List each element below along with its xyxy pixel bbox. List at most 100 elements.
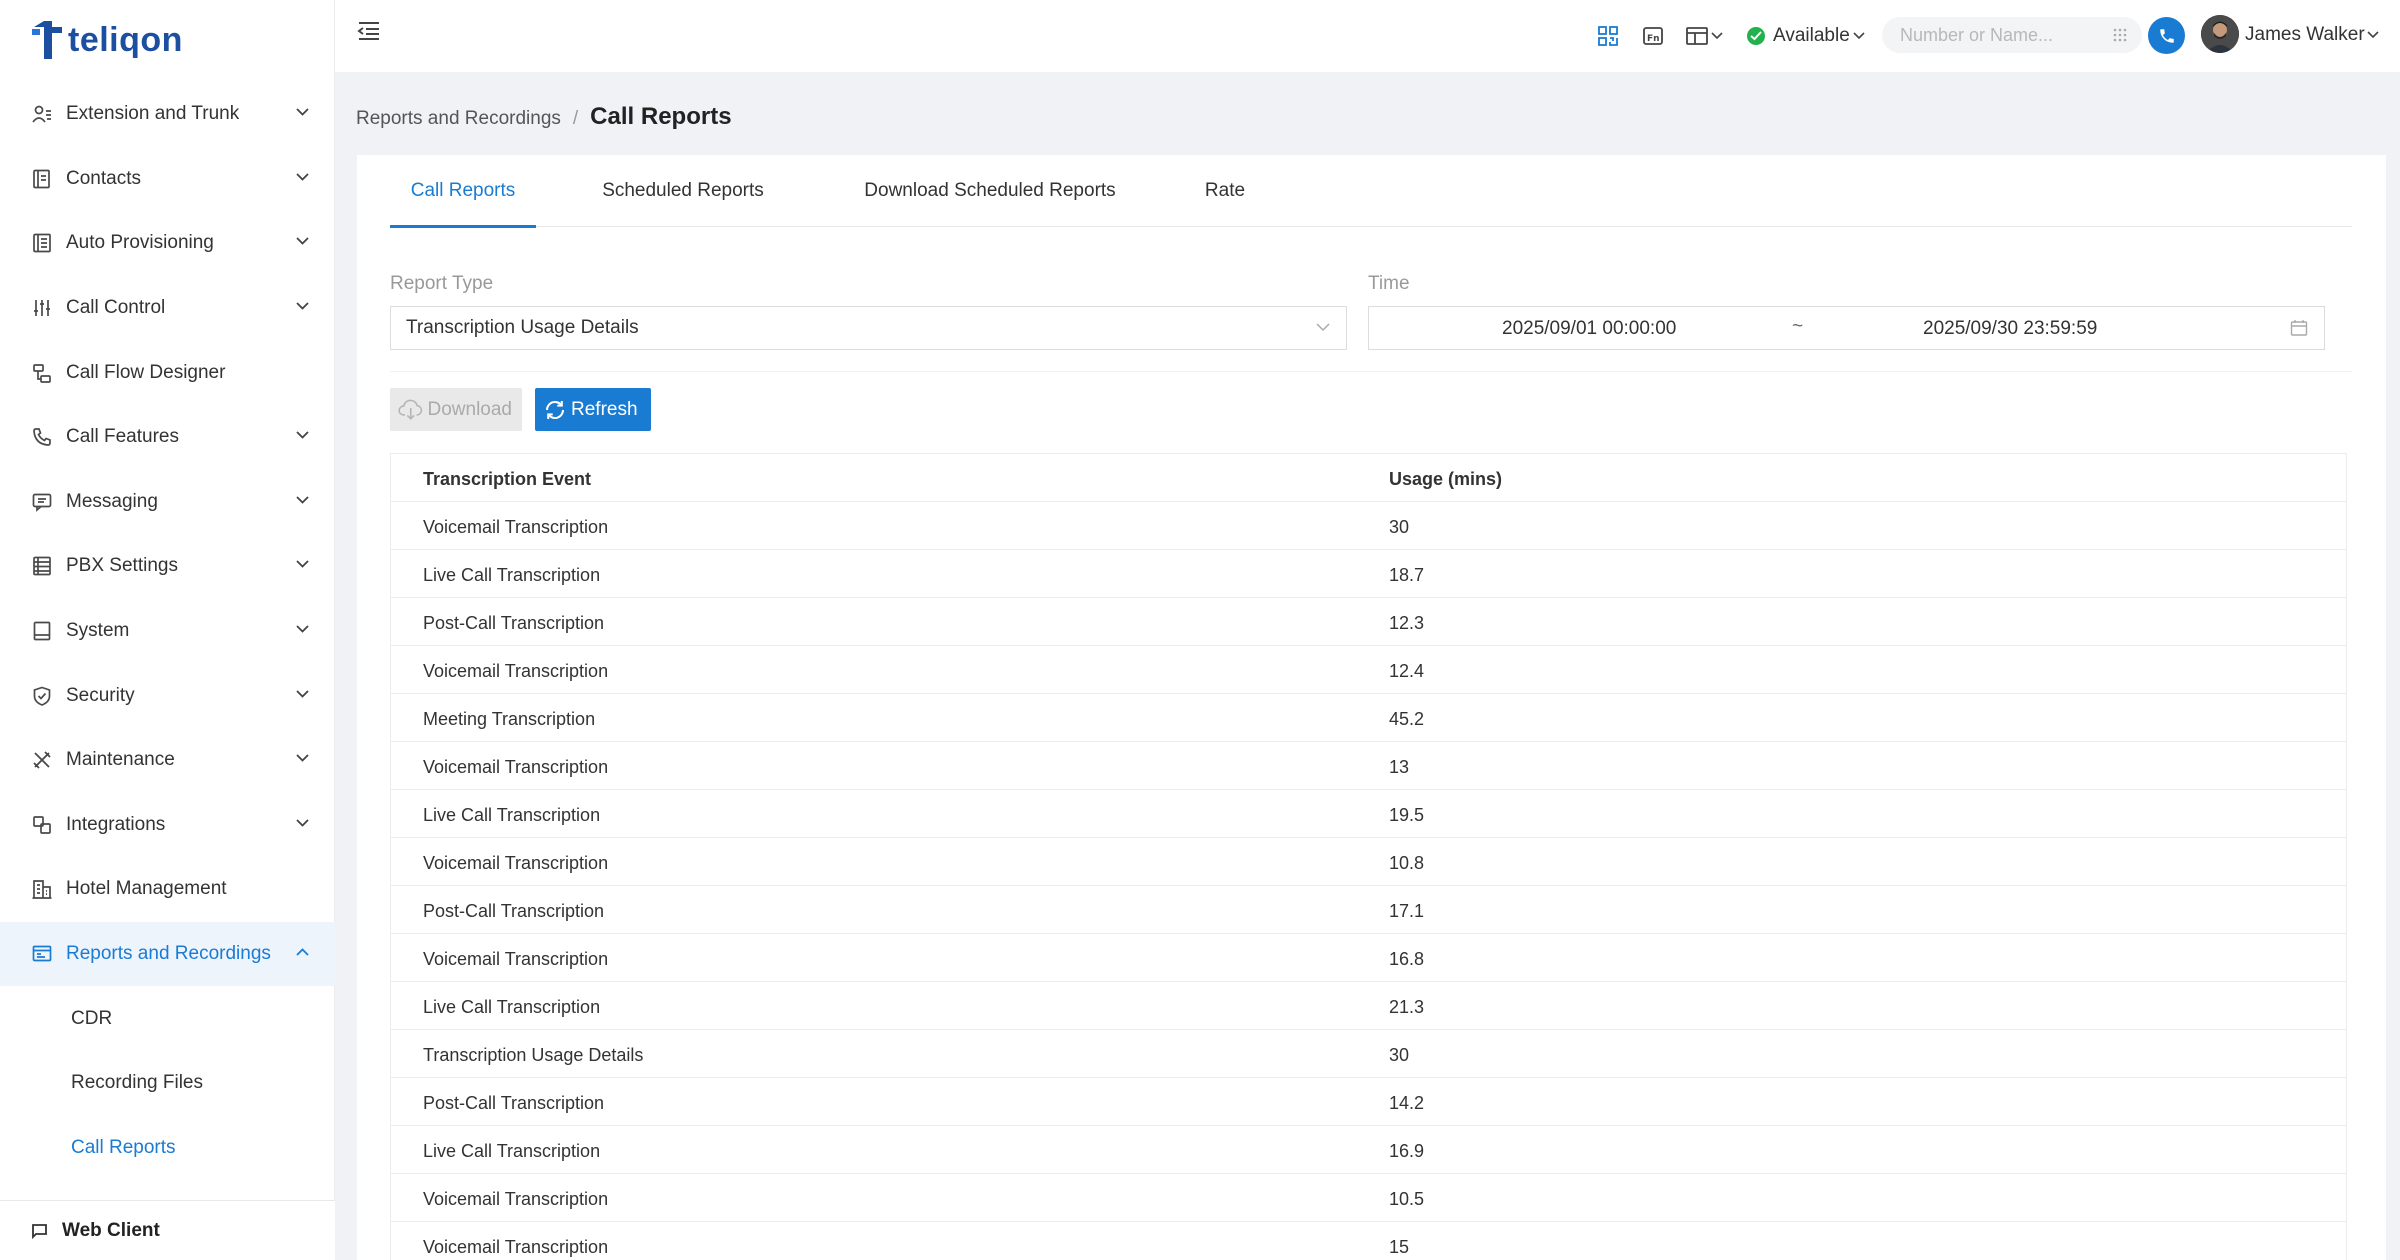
cell-transcription-event: Live Call Transcription (423, 565, 601, 585)
table-row: Voicemail Transcription 13 (391, 742, 2346, 790)
sidebar-item-integrations[interactable]: Integrations (0, 793, 335, 858)
chevron-down-icon (296, 754, 309, 763)
sidebar-item-maintenance[interactable]: Maintenance (0, 728, 335, 793)
tab-download-scheduled-reports[interactable]: Download Scheduled Reports (830, 155, 1150, 227)
window-layout-icon (1686, 27, 1708, 45)
breadcrumb-parent[interactable]: Reports and Recordings (356, 108, 561, 130)
dial-input[interactable] (1900, 24, 2110, 46)
pbx-settings-icon (31, 555, 53, 577)
download-button[interactable]: Download (390, 388, 522, 431)
user-menu-dropdown[interactable]: James Walker (2245, 24, 2379, 46)
sidebar-item-messaging[interactable]: Messaging (0, 470, 335, 535)
time-end-input[interactable]: 2025/09/30 23:59:59 (1923, 318, 2097, 340)
cell-transcription-event: Live Call Transcription (423, 997, 601, 1017)
sidebar-item-system[interactable]: System (0, 599, 335, 664)
time-range-picker[interactable]: 2025/09/01 00:00:00 ~ 2025/09/30 23:59:5… (1368, 306, 2325, 350)
cell-transcription-event: Post-Call Transcription (423, 613, 605, 633)
table-row: Post-Call Transcription 17.1 (391, 886, 2346, 934)
web-client-label: Web Client (62, 1219, 160, 1241)
user-avatar-icon (2201, 15, 2239, 53)
tab-call-reports[interactable]: Call Reports (390, 155, 536, 228)
dialpad-icon[interactable] (2112, 27, 2128, 43)
chevron-up-icon (296, 948, 309, 956)
sidebar-item-auto-provisioning[interactable]: Auto Provisioning (0, 211, 335, 276)
user-name: James Walker (2245, 24, 2365, 45)
table-row: Voicemail Transcription 12.4 (391, 646, 2346, 694)
status-available-icon (1747, 27, 1765, 45)
table-row: Live Call Transcription 21.3 (391, 982, 2346, 1030)
sidebar-item-call-features[interactable]: Call Features (0, 405, 335, 470)
sidebar-item-call-control[interactable]: Call Control (0, 276, 335, 341)
chevron-down-icon (296, 496, 309, 504)
table-row: Live Call Transcription 16.9 (391, 1126, 2346, 1174)
sidebar-subitem-recording-files[interactable]: Recording Files (0, 1051, 335, 1116)
sidebar-item-security[interactable]: Security (0, 663, 335, 728)
table-row: Live Call Transcription 18.7 (391, 550, 2346, 598)
sidebar-subitem-call-reports[interactable]: Call Reports (0, 1116, 335, 1181)
sidebar-item-label: Call Features (66, 426, 179, 448)
report-icon (31, 943, 53, 965)
shield-icon (31, 685, 53, 707)
logo[interactable]: teliqon (30, 18, 183, 62)
chevron-down-icon (1711, 32, 1723, 40)
sidebar-item-call-flow-designer[interactable]: Call Flow Designer (0, 340, 335, 405)
sidebar-item-reports-and-recordings[interactable]: Reports and Recordings (0, 921, 335, 987)
function-key-button[interactable]: Fn (1639, 22, 1667, 50)
sliders-icon (31, 297, 53, 319)
menu-toggle-button[interactable] (357, 20, 381, 42)
sidebar-item-label: Integrations (66, 813, 166, 835)
breadcrumb-separator: / (572, 108, 579, 129)
chevron-down-icon (296, 302, 309, 310)
table-row: Voicemail Transcription 10.8 (391, 838, 2346, 886)
table-row: Live Call Transcription 19.5 (391, 790, 2346, 838)
sidebar-item-extension-and-trunk[interactable]: Extension and Trunk (0, 82, 335, 147)
avatar[interactable] (2201, 15, 2239, 53)
table-header-row: Transcription Event Usage (mins) (391, 454, 2346, 502)
cell-transcription-event: Voicemail Transcription (423, 757, 609, 777)
cell-transcription-event: Voicemail Transcription (423, 853, 609, 873)
column-header-usage[interactable]: Usage (mins) (1389, 469, 1502, 490)
sidebar-subitem-cdr[interactable]: CDR (0, 986, 335, 1051)
phone-settings-icon (31, 426, 53, 448)
chevron-down-icon (296, 108, 309, 117)
sidebar-item-label: Call Flow Designer (66, 361, 226, 383)
sidebar-item-contacts[interactable]: Contacts (0, 147, 335, 212)
tools-icon (31, 749, 53, 771)
presence-status-dropdown[interactable]: Available (1747, 22, 1865, 50)
system-icon (31, 620, 53, 642)
chevron-down-icon (1853, 32, 1865, 40)
time-start-input[interactable]: 2025/09/01 00:00:00 (1502, 318, 1676, 340)
layout-switch-button[interactable] (1682, 22, 1726, 50)
web-client-link[interactable]: Web Client (0, 1200, 335, 1260)
cell-usage-mins: 30 (1389, 1045, 1410, 1065)
tab-scheduled-reports[interactable]: Scheduled Reports (580, 155, 786, 227)
cell-usage-mins: 45.2 (1389, 709, 1425, 729)
chevron-down-icon (1316, 323, 1330, 332)
chevron-down-icon (296, 625, 309, 633)
cell-usage-mins: 16.8 (1389, 949, 1425, 969)
refresh-label: Refresh (571, 398, 638, 420)
sidebar: teliqon Extension and Trunk Contacts Auto … (0, 0, 335, 1260)
report-type-select[interactable]: Transcription Usage Details (390, 306, 1347, 350)
refresh-button[interactable]: Refresh (535, 388, 651, 431)
table-row: Voicemail Transcription 16.8 (391, 934, 2346, 982)
cell-usage-mins: 18.7 (1389, 565, 1425, 585)
cell-transcription-event: Voicemail Transcription (423, 661, 609, 681)
table-row: Transcription Usage Details 30 (391, 1030, 2346, 1078)
phone-icon (2159, 28, 2174, 43)
call-button[interactable] (2148, 17, 2185, 54)
chevron-down-icon (296, 237, 309, 246)
column-header-transcription-event[interactable]: Transcription Event (423, 469, 591, 490)
qr-code-icon (1598, 26, 1618, 46)
sidebar-item-label: System (66, 620, 130, 642)
tab-rate[interactable]: Rate (1195, 155, 1255, 227)
cell-usage-mins: 13 (1389, 757, 1410, 777)
cell-usage-mins: 30 (1389, 517, 1410, 537)
svg-text:Fn: Fn (1647, 34, 1660, 44)
sidebar-item-pbx-settings[interactable]: PBX Settings (0, 534, 335, 599)
sidebar-item-label: PBX Settings (66, 555, 178, 577)
qr-code-button[interactable] (1594, 22, 1622, 50)
sidebar-item-hotel-management[interactable]: Hotel Management (0, 857, 335, 922)
message-icon (31, 491, 53, 513)
sidebar-item-label: Contacts (66, 167, 141, 189)
